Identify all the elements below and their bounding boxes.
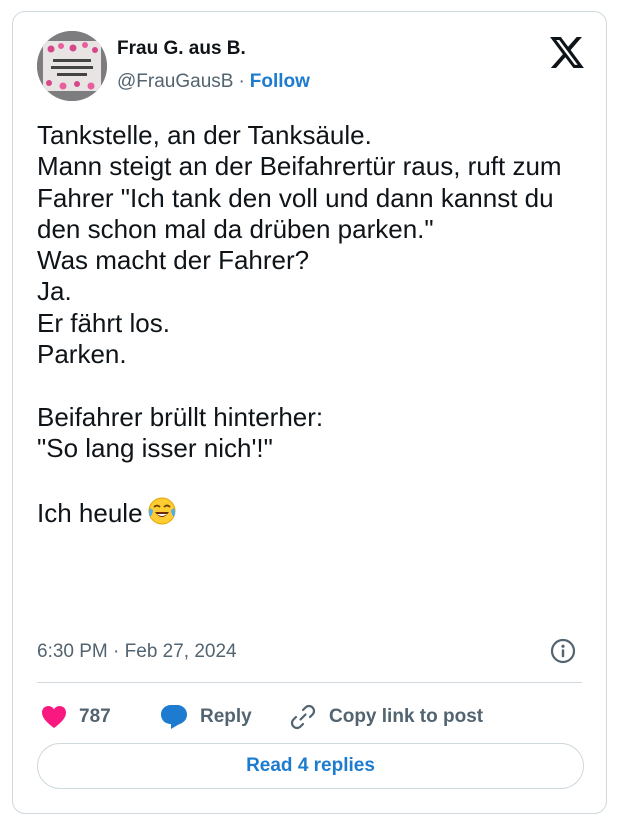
x-logo-icon[interactable] (550, 37, 584, 68)
reply-bubble-icon (161, 705, 187, 729)
follow-button[interactable]: Follow (250, 71, 310, 92)
laughing-emoji-icon (147, 496, 177, 533)
reply-label: Reply (200, 706, 252, 727)
link-icon (290, 704, 316, 730)
author-name[interactable]: Frau G. aus B. (117, 38, 246, 60)
reply-button[interactable]: Reply (160, 700, 252, 734)
author-handle-row: @FrauGausB · Follow (117, 71, 310, 93)
timestamp[interactable]: 6:30 PM · Feb 27, 2024 (37, 641, 237, 663)
copy-link-label: Copy link to post (329, 706, 484, 727)
tweet-card: Frau G. aus B. @FrauGausB · Follow Tankste… (12, 11, 607, 814)
action-bar: 787 Reply Copy link to post (37, 700, 597, 734)
separator-dot: · (238, 71, 245, 92)
tweet-text: Tankstelle, an der Tanksäule. Mann steig… (37, 120, 597, 533)
like-count: 787 (79, 706, 111, 727)
read-replies-label: Read 4 replies (246, 755, 375, 776)
tweet-body: Tankstelle, an der Tanksäule. Mann steig… (37, 120, 562, 528)
info-icon[interactable] (550, 638, 576, 664)
heart-icon (42, 706, 66, 728)
read-replies-button[interactable]: Read 4 replies (37, 743, 584, 789)
divider (37, 682, 582, 683)
copy-link-button[interactable]: Copy link to post (289, 700, 483, 734)
like-button[interactable]: 787 (41, 700, 111, 734)
avatar[interactable] (37, 31, 107, 101)
author-handle[interactable]: @FrauGausB (117, 71, 233, 92)
